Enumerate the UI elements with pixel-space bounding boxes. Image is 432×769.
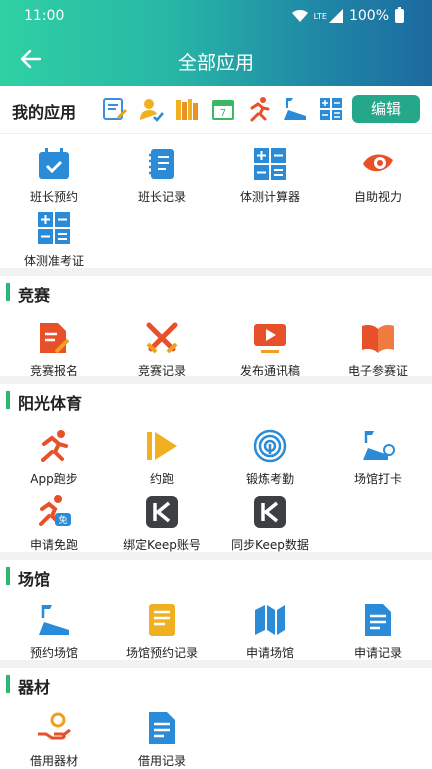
running-icon[interactable] xyxy=(246,96,272,122)
calculator-icon xyxy=(252,146,288,182)
page-title: 全部应用 xyxy=(0,48,432,75)
stadium-location-icon xyxy=(360,428,396,464)
app-sync-keep-data[interactable]: 同步Keep数据 xyxy=(216,494,324,553)
section-accent-bar xyxy=(6,391,10,409)
section-sunshine-header: 阳光体育 xyxy=(0,380,432,420)
network-label: LTE xyxy=(314,12,327,21)
app-self-vision-test[interactable]: 自助视力 xyxy=(324,146,432,205)
status-bar: 11:00 LTE 100% xyxy=(0,0,432,34)
app-apply-exemption[interactable]: 免 申请免跑 xyxy=(0,494,108,553)
calendar-seven-icon[interactable]: 7 xyxy=(210,96,236,122)
app-class-leader-booking[interactable]: 班长预约 xyxy=(0,146,108,205)
app-header: 11:00 LTE 100% 全部应用 xyxy=(0,0,432,86)
app-exercise-attendance[interactable]: 锻炼考勤 xyxy=(216,428,324,487)
fingerprint-icon xyxy=(252,428,288,464)
section-accent-bar xyxy=(6,567,10,585)
app-class-leader-records[interactable]: 班长记录 xyxy=(108,146,216,205)
open-book-icon xyxy=(360,320,396,356)
app-app-running[interactable]: App跑步 xyxy=(0,428,108,487)
section-accent-bar xyxy=(6,675,10,693)
fast-forward-icon xyxy=(144,428,180,464)
app-fitness-calculator[interactable]: 体测计算器 xyxy=(216,146,324,205)
user-check-icon[interactable] xyxy=(138,96,164,122)
calculator-icon[interactable] xyxy=(318,96,344,122)
app-apply-venue[interactable]: 申请场馆 xyxy=(216,602,324,661)
app-run-appointment[interactable]: 约跑 xyxy=(108,428,216,487)
app-application-records[interactable]: 申请记录 xyxy=(324,602,432,661)
edit-button[interactable]: 编辑 xyxy=(352,95,420,123)
status-icons: LTE 100% xyxy=(292,8,404,24)
my-apps-label: 我的应用 xyxy=(12,99,76,123)
exempt-badge-text: 免 xyxy=(58,514,67,526)
form-edit-icon[interactable] xyxy=(102,96,128,122)
battery-icon xyxy=(395,9,404,23)
app-publish-newsletter[interactable]: 发布通讯稿 xyxy=(216,320,324,379)
eye-icon xyxy=(360,146,396,182)
running-exempt-icon: 免 xyxy=(36,494,72,530)
stadium-icon xyxy=(36,602,72,638)
app-borrow-records[interactable]: 借用记录 xyxy=(108,710,216,769)
document-icon xyxy=(144,710,180,746)
document-list-icon xyxy=(144,602,180,638)
crossed-swords-icon xyxy=(144,320,180,356)
map-icon xyxy=(252,602,288,638)
calendar-check-icon xyxy=(36,146,72,182)
watermark-logo xyxy=(266,704,426,764)
section-equipment-header: 器材 xyxy=(0,664,432,704)
app-fitness-admission-ticket[interactable]: 体测准考证 xyxy=(0,210,108,269)
app-bind-keep-account[interactable]: 绑定Keep账号 xyxy=(108,494,216,553)
notebook-icon xyxy=(144,146,180,182)
status-time: 11:00 xyxy=(24,8,64,24)
app-book-venue[interactable]: 预约场馆 xyxy=(0,602,108,661)
wifi-icon xyxy=(292,10,308,22)
signal-icon xyxy=(329,9,343,23)
app-competition-signup[interactable]: 竞赛报名 xyxy=(0,320,108,379)
calculator-icon xyxy=(36,210,72,246)
section-accent-bar xyxy=(6,283,10,301)
section-venue-header: 场馆 xyxy=(0,556,432,596)
app-borrow-equipment[interactable]: 借用器材 xyxy=(0,710,108,769)
svg-text:7: 7 xyxy=(220,108,226,119)
stadium-icon[interactable] xyxy=(282,96,308,122)
app-competition-records[interactable]: 竞赛记录 xyxy=(108,320,216,379)
video-play-icon xyxy=(252,320,288,356)
keep-logo-icon xyxy=(252,494,288,530)
section-competition-header: 竞赛 xyxy=(0,272,432,312)
app-venue-booking-records[interactable]: 场馆预约记录 xyxy=(108,602,216,661)
running-icon xyxy=(36,428,72,464)
app-electronic-entry-card[interactable]: 电子参赛证 xyxy=(324,320,432,379)
hand-return-icon xyxy=(36,710,72,746)
document-icon xyxy=(360,602,396,638)
signup-form-icon xyxy=(36,320,72,356)
app-venue-checkin[interactable]: 场馆打卡 xyxy=(324,428,432,487)
battery-percent: 100% xyxy=(349,8,389,24)
books-icon[interactable] xyxy=(174,96,200,122)
keep-logo-icon xyxy=(144,494,180,530)
